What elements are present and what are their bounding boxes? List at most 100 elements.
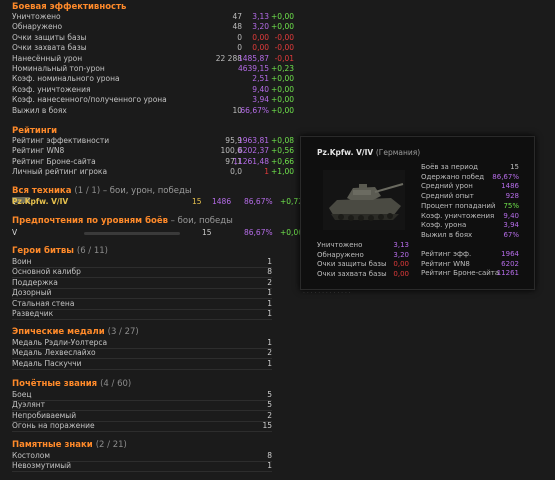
all-vehicles-header[interactable]: Вся техника (1 / 1) – бои, урон, победы — [12, 186, 192, 196]
stat-delta: +0,66 — [271, 156, 294, 166]
stat-label: Обнаружено — [12, 22, 63, 32]
list-item-count: 1 — [267, 461, 272, 471]
vehicle-wins: 86,67% — [244, 197, 273, 206]
stat-row: Рейтинг WN8 100,0 6202,37 +0,56 — [12, 146, 302, 156]
stat-row: Обнаружено 48 3,20 +0,00 — [12, 22, 302, 32]
combat-efficiency-header: Боевая эффективность — [12, 2, 127, 12]
tooltip-stat-value: 15 — [510, 163, 519, 171]
list-item-label: Дуэлянт — [12, 400, 45, 410]
tooltip-stat-value: 0,00 — [393, 270, 409, 279]
list-item-label: Медаль Паскуччи — [12, 358, 82, 368]
tooltip-stat-row: Коэф. урона 3,94 — [421, 221, 519, 230]
stat-average: 3,94 — [252, 95, 269, 105]
stat-label: Рейтинг эффективности — [12, 136, 110, 145]
tooltip-stat-label: Коэф. уничтожения — [421, 211, 495, 220]
list-item: Непробиваемый 2 — [12, 411, 272, 421]
tooltip-stat-label: Рейтинг WN8 — [421, 259, 470, 268]
tooltip-stat-label: Процент попаданий — [421, 201, 496, 210]
tooltip-stat-label: Рейтинг Броне-сайта — [421, 269, 500, 278]
stat-label: Уничтожено — [12, 12, 61, 21]
stat-delta: +0,00 — [271, 74, 294, 84]
epic-medals-count: (3 / 27) — [107, 327, 139, 337]
list-item-count: 1 — [267, 358, 272, 368]
tooltip-stat-value: 86,67% — [492, 172, 519, 181]
list-item-count: 8 — [267, 451, 272, 460]
stat-average: 1485,87 — [237, 53, 269, 63]
all-vehicles-subtitle: – бои, урон, победы — [100, 186, 192, 196]
row-divider — [12, 368, 272, 370]
tooltip-stat-label: Уничтожено — [317, 241, 363, 249]
stat-label: Коэф. номинального урона — [12, 74, 120, 84]
stat-label: Очки захвата базы — [12, 43, 87, 53]
list-item: Огонь на поражение 15 — [12, 421, 272, 431]
list-item-count: 8 — [267, 267, 272, 277]
stat-row: Рейтинг Броне-сайта 97,1 11261,48 +0,66 — [12, 157, 302, 167]
tooltip-stat-value: 75% — [503, 201, 519, 210]
row-divider — [12, 319, 272, 320]
tooltip-stat-label: Одержано побед — [421, 172, 485, 181]
stat-value: 47 — [232, 12, 242, 21]
tooltip-stat-value: 3,20 — [393, 250, 409, 259]
stat-delta: +0,00 — [271, 105, 294, 115]
list-item-label: Основной калибр — [12, 267, 81, 277]
list-item-count: 15 — [262, 421, 272, 431]
tooltip-stat-value: 3,13 — [393, 241, 409, 249]
stat-delta: +0,08 — [271, 136, 294, 145]
stat-row: Коэф. нанесенного/полученного урона 3,94 +… — [12, 95, 302, 105]
tooltip-stat-value: 67% — [503, 230, 519, 239]
tooltip-stat-label: Боёв за период — [421, 163, 478, 171]
list-item-label: Боец — [12, 390, 32, 399]
tooltip-stat-row: Уничтожено 3,13 — [317, 241, 409, 250]
tooltip-stat-row: Коэф. уничтожения 9,40 — [421, 212, 519, 221]
tooltip-stat-label: Средний опыт — [421, 192, 474, 201]
vehicle-damage: 1486 — [212, 197, 232, 206]
list-item-count: 1 — [267, 298, 272, 308]
stat-delta: -0,01 — [274, 53, 294, 63]
list-item: Дозорный 1 — [12, 288, 272, 298]
commemorative-title: Памятные знаки — [12, 440, 93, 450]
list-item-count: 1 — [267, 338, 272, 347]
heroes-header: Герои битвы (6 / 11) — [12, 246, 108, 256]
list-item: Разведчик 1 — [12, 309, 272, 319]
stat-average: 4639,15 — [237, 64, 269, 73]
list-item: Боец 5 — [12, 390, 272, 400]
stat-average: 6202,37 — [237, 146, 269, 156]
tooltip-stat-row: Средний урон 1486 — [421, 182, 519, 191]
stat-value: 48 — [232, 22, 242, 32]
tooltip-stat-label: Выжил в боях — [421, 230, 473, 239]
tooltip-stat-row: Одержано побед 86,67% — [421, 173, 519, 182]
tier-preferences-header[interactable]: Предпочтения по уровням боёв – бои, побе… — [12, 216, 233, 226]
heroes-count: (6 / 11) — [76, 246, 108, 256]
stat-average: 66,67% — [240, 105, 269, 115]
stat-row: Нанесённый урон 22 288 1485,87 -0,01 — [12, 54, 302, 64]
list-item: Костолом 8 — [12, 451, 272, 461]
stat-delta: +0,56 — [271, 146, 294, 156]
tier-battles: 15 — [202, 228, 212, 237]
tooltip-stat-value: 1964 — [501, 250, 519, 258]
honorary-titles-count: (4 / 60) — [100, 379, 132, 389]
stat-label: Нанесённый урон — [12, 53, 83, 63]
vehicle-row[interactable]: ⦿ V Pz.Kpfw. V/IV 15 1486 86,67% +0,72 — [12, 197, 303, 207]
stat-value: 0,0 — [230, 167, 242, 177]
stat-average: 9,40 — [252, 84, 269, 94]
stat-row: Очки захвата базы 0 0,00 -0,00 — [12, 43, 302, 53]
tank-image-icon — [323, 170, 405, 230]
stat-label: Коэф. уничтожения — [12, 84, 91, 94]
list-item-label: Огонь на поражение — [12, 421, 95, 431]
tooltip-stat-value: 9,40 — [503, 211, 519, 220]
commemorative-count: (2 / 21) — [95, 440, 127, 450]
heroes-title: Герои битвы — [12, 246, 74, 256]
list-item-label: Невозмутимый — [12, 461, 72, 471]
stat-average: 1 — [264, 167, 269, 177]
list-item-count: 1 — [267, 288, 272, 298]
tooltip-stat-value: 11261 — [496, 269, 519, 278]
vehicle-tooltip: Pz.Kpfw. V/IV (Германия) Боёв за период 1… — [300, 136, 535, 290]
tooltip-stat-row: Выжил в боях 67% — [421, 231, 519, 240]
list-item-label: Дозорный — [12, 288, 52, 298]
list-item: Поддержка 2 — [12, 278, 272, 288]
tooltip-stat-row: Процент попаданий 75% — [421, 202, 519, 211]
list-item-label: Медаль Рэдли-Уолтерса — [12, 338, 108, 347]
stat-average: 0,00 — [252, 43, 269, 53]
list-item-count: 2 — [267, 277, 272, 287]
all-vehicles-count: (1 / 1) — [74, 186, 101, 196]
